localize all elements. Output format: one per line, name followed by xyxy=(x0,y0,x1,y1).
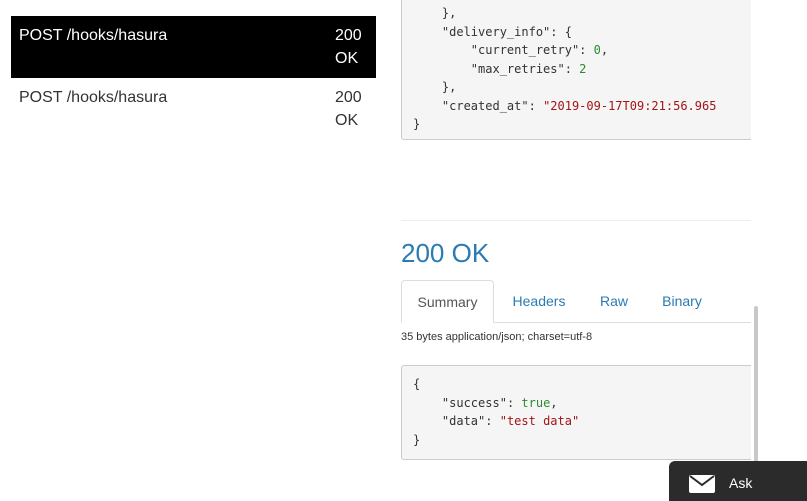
response-size-content-type: 35 bytes application/json; charset=utf-8 xyxy=(401,331,593,343)
response-body-code-block: { "success": true, "data": "test data" } xyxy=(401,365,751,460)
response-body-code: { "success": true, "data": "test data" } xyxy=(413,377,580,447)
request-list-item-active[interactable]: POST /hooks/hasura 200 OK xyxy=(11,16,376,78)
tab-raw[interactable]: Raw xyxy=(591,280,637,322)
request-status: 200 OK xyxy=(335,89,362,129)
response-status-heading: 200 OK xyxy=(401,238,490,268)
request-list: POST /hooks/hasura 200 OK POST /hooks/ha… xyxy=(11,16,376,140)
response-tabs: Summary Headers Raw Binary xyxy=(401,280,751,323)
request-body-code: }, "delivery_info": { "current_retry": 0… xyxy=(413,6,717,131)
request-body-code-block: }, "delivery_info": { "current_retry": 0… xyxy=(401,0,751,140)
chat-widget-button[interactable]: Ask xyxy=(669,461,807,501)
tab-headers[interactable]: Headers xyxy=(501,280,577,322)
request-detail-panel: }, "delivery_info": { "current_retry": 0… xyxy=(401,0,751,483)
request-method-path: POST /hooks/hasura xyxy=(19,89,168,106)
mail-icon xyxy=(689,475,715,493)
tab-binary[interactable]: Binary xyxy=(653,280,711,322)
tab-summary[interactable]: Summary xyxy=(401,280,494,323)
vertical-scrollbar[interactable] xyxy=(754,306,758,466)
request-status: 200 OK xyxy=(335,27,362,67)
request-list-item[interactable]: POST /hooks/hasura 200 OK xyxy=(11,78,376,140)
section-divider xyxy=(401,220,751,221)
request-method-path: POST /hooks/hasura xyxy=(19,27,168,44)
chat-widget-label: Ask xyxy=(729,475,753,491)
